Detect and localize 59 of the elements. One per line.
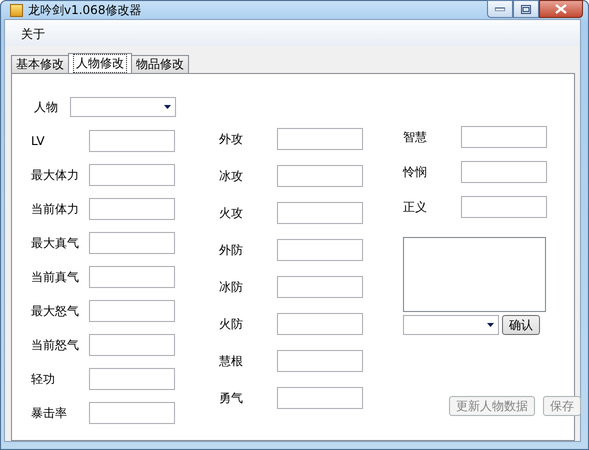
input-field[interactable] [277, 239, 363, 261]
input-field[interactable] [277, 387, 363, 409]
field-label: 最大体力 [31, 166, 80, 184]
field-label: 火防 [219, 316, 244, 332]
app-icon [10, 4, 23, 16]
caret-icon [164, 105, 171, 109]
field-label: 人物 [33, 98, 59, 116]
text-area[interactable] [403, 237, 546, 312]
close-icon [555, 4, 567, 14]
input-field[interactable] [277, 276, 363, 298]
field-label: 冰防 [219, 278, 244, 296]
input-field[interactable] [89, 368, 175, 390]
input-field[interactable] [277, 313, 363, 335]
window-title: 龙吟剑v1.068修改器 [28, 2, 142, 18]
tab[interactable]: 基本修改 [11, 55, 69, 73]
field-label: 最大真气 [31, 234, 80, 252]
field-label: 当前体力 [31, 200, 80, 218]
maximize-icon [521, 4, 531, 14]
field-label: 冰攻 [219, 168, 244, 184]
menu-item[interactable]: 关于 [15, 26, 51, 46]
minimize-button[interactable] [487, 0, 513, 18]
input-field[interactable] [89, 232, 175, 254]
input-field[interactable] [89, 266, 175, 288]
field-label: 慧根 [219, 352, 244, 370]
caret-icon [487, 323, 494, 327]
field-label: 外攻 [219, 130, 244, 148]
tab[interactable]: 人物修改 [68, 53, 132, 73]
field-label: 当前真气 [31, 268, 80, 286]
close-button[interactable] [539, 0, 583, 18]
input-field[interactable] [277, 128, 363, 150]
minimize-icon [495, 7, 505, 11]
input-field[interactable] [89, 402, 175, 424]
field-label: 勇气 [219, 390, 244, 406]
input-field[interactable] [277, 350, 363, 372]
confirm-button[interactable]: 确认 [502, 315, 540, 335]
maximize-button[interactable] [513, 0, 539, 18]
input-field[interactable] [461, 196, 547, 218]
input-field[interactable] [461, 161, 547, 183]
field-label: 正义 [403, 198, 428, 216]
field-label: 火攻 [219, 204, 244, 222]
input-field[interactable] [89, 198, 175, 220]
input-field[interactable] [89, 164, 175, 186]
input-field[interactable] [277, 202, 363, 224]
field-label: LV [31, 134, 46, 148]
character-dropdown[interactable] [70, 97, 176, 117]
dropdown[interactable] [403, 315, 499, 335]
input-field[interactable] [89, 300, 175, 322]
input-field[interactable] [89, 130, 175, 152]
field-label: 智慧 [403, 128, 428, 146]
input-field[interactable] [461, 126, 547, 148]
field-label: 外防 [219, 242, 244, 258]
input-field[interactable] [89, 334, 175, 356]
tab[interactable]: 物品修改 [131, 55, 189, 73]
input-field[interactable] [277, 165, 363, 187]
field-label: 怜悯 [403, 164, 428, 180]
field-label: 最大怒气 [31, 302, 80, 320]
field-label: 暴击率 [31, 404, 68, 422]
field-label: 轻功 [31, 370, 56, 388]
field-label: 当前怒气 [31, 336, 80, 354]
